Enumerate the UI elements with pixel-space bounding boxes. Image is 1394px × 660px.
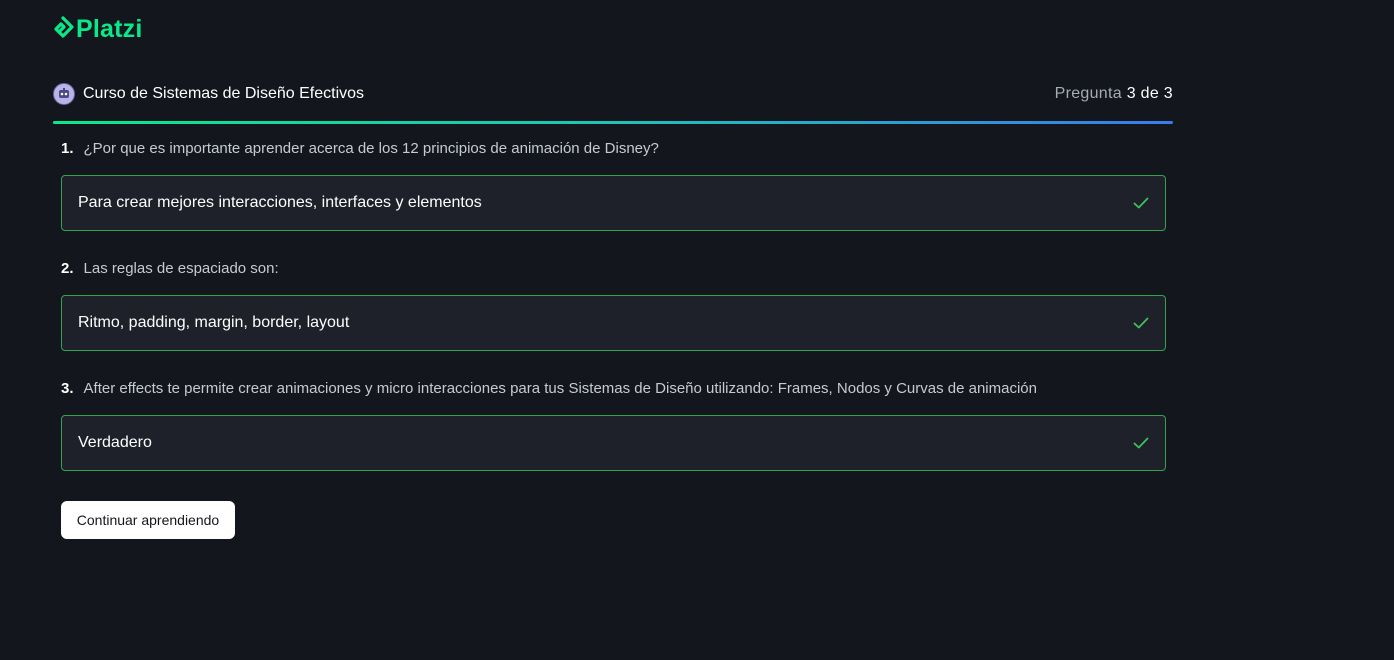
continue-learning-button[interactable]: Continuar aprendiendo bbox=[61, 501, 235, 539]
answer-text: Ritmo, padding, margin, border, layout bbox=[78, 314, 350, 331]
answer-option-selected[interactable]: Para crear mejores interacciones, interf… bbox=[61, 175, 1166, 231]
course-title: Curso de Sistemas de Diseño Efectivos bbox=[83, 85, 365, 102]
course-header: Curso de Sistemas de Diseño Efectivos Pr… bbox=[53, 80, 1173, 108]
question-1: 1. ¿Por que es importante aprender acerc… bbox=[61, 138, 1166, 231]
question-counter-current: 3 bbox=[1126, 85, 1136, 102]
quiz-progress-fill bbox=[53, 121, 1173, 124]
question-number: 3. bbox=[61, 380, 74, 397]
question-counter-prefix: Pregunta bbox=[1054, 85, 1122, 102]
question-prompt: 1. ¿Por que es importante aprender acerc… bbox=[61, 138, 1166, 160]
answer-text: Para crear mejores interacciones, interf… bbox=[78, 194, 482, 211]
question-number: 2. bbox=[61, 260, 74, 277]
platzi-logo-icon bbox=[54, 16, 74, 38]
question-2: 2. Las reglas de espaciado son: Ritmo, p… bbox=[61, 258, 1166, 351]
check-icon bbox=[1133, 197, 1149, 209]
answer-option-selected[interactable]: Verdadero bbox=[61, 415, 1166, 471]
question-counter: Pregunta 3 de 3 bbox=[1055, 85, 1173, 103]
check-icon bbox=[1133, 437, 1149, 449]
question-prompt: 3. After effects te permite crear animac… bbox=[61, 378, 1166, 400]
answer-option-selected[interactable]: Ritmo, padding, margin, border, layout bbox=[61, 295, 1166, 351]
course-badge-icon bbox=[53, 83, 75, 105]
question-number: 1. bbox=[61, 140, 74, 157]
platzi-logo[interactable]: Platzi bbox=[52, 15, 143, 43]
answer-text: Verdadero bbox=[78, 434, 152, 451]
question-counter-separator: de bbox=[1140, 85, 1160, 102]
question-text: ¿Por que es importante aprender acerca d… bbox=[83, 140, 659, 157]
question-3: 3. After effects te permite crear animac… bbox=[61, 378, 1166, 471]
platzi-logo-text: Platzi bbox=[76, 15, 143, 43]
question-text: After effects te permite crear animacion… bbox=[83, 380, 1037, 397]
question-prompt: 2. Las reglas de espaciado son: bbox=[61, 258, 1166, 280]
question-counter-total: 3 bbox=[1163, 85, 1173, 102]
question-text: Las reglas de espaciado son: bbox=[83, 260, 279, 277]
course-info: Curso de Sistemas de Diseño Efectivos bbox=[53, 83, 364, 105]
check-icon bbox=[1133, 317, 1149, 329]
quiz-progress-bar bbox=[53, 121, 1173, 124]
